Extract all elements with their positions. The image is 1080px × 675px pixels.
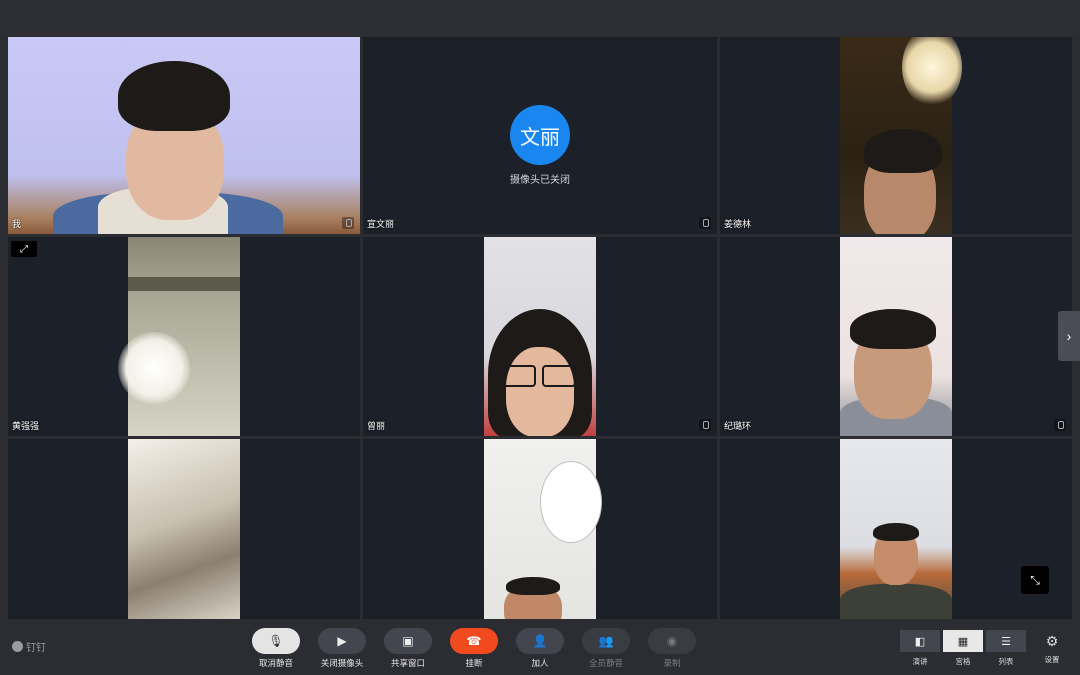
mic-status-icon <box>699 217 711 229</box>
dingtalk-logo-icon <box>12 641 23 652</box>
button-label: 录制 <box>663 658 681 668</box>
video-grid: 我 文丽 摄像头已关闭 宣文丽 姜德林 ⤢ 黄强强 曾丽 纪璐环 <box>8 37 1072 619</box>
video-feed <box>484 439 602 619</box>
video-feed <box>8 37 360 234</box>
participant-name: 我 <box>12 219 22 229</box>
mute-all-button[interactable]: 👥 全员静音 <box>576 628 636 669</box>
participant-tile[interactable] <box>720 439 1072 619</box>
add-person-button[interactable]: 👤 加人 <box>510 628 570 669</box>
next-page-chevron-icon[interactable]: › <box>1058 311 1080 361</box>
ceiling-frame <box>128 277 240 291</box>
camera-icon: ▶ <box>318 628 366 654</box>
gear-icon: ⚙ <box>1045 633 1059 649</box>
participant-tile[interactable]: 纪璐环 <box>720 237 1072 436</box>
participant-tile-self[interactable]: 我 <box>8 37 360 234</box>
person-face <box>506 347 574 436</box>
video-feed <box>840 37 962 234</box>
button-label: 共享窗口 <box>390 658 425 668</box>
person-hair <box>506 577 560 595</box>
video-feed <box>484 237 596 436</box>
mic-status-icon <box>342 217 354 229</box>
participant-name: 宣文丽 <box>367 219 395 229</box>
mic-status-icon <box>1054 419 1066 431</box>
person-hair <box>864 129 942 173</box>
window-top-bar <box>0 0 1080 36</box>
camera-off-status: 摄像头已关闭 <box>510 175 570 186</box>
record-button[interactable]: ◉ 录制 <box>642 628 702 669</box>
participant-name: 姜德林 <box>724 219 752 229</box>
participant-tile[interactable] <box>363 439 717 619</box>
participant-tile[interactable]: 文丽 摄像头已关闭 宣文丽 <box>363 37 717 234</box>
hangup-button[interactable]: ☎ 挂断 <box>444 628 504 669</box>
grid-view-button[interactable]: ▦ 宫格 <box>943 630 983 667</box>
ceiling-light <box>118 332 190 404</box>
screen-share-icon: ▣ <box>384 628 432 654</box>
brand-name: 钉钉 <box>26 643 46 654</box>
unmute-button[interactable]: 🎙 取消静音 <box>246 628 306 669</box>
button-label: 全员静音 <box>588 658 623 668</box>
participant-name: 黄强强 <box>12 421 40 431</box>
grid-view-icon: ▦ <box>943 630 983 652</box>
hangup-icon: ☎ <box>450 628 498 654</box>
video-feed <box>118 237 240 436</box>
view-label: 宫格 <box>955 657 971 666</box>
video-feed <box>128 439 240 619</box>
view-label: 演讲 <box>912 657 928 666</box>
settings-label: 设置 <box>1044 655 1060 664</box>
person-glasses <box>502 365 536 387</box>
add-person-icon: 👤 <box>516 628 564 654</box>
list-view-button[interactable]: ☰ 列表 <box>986 630 1026 667</box>
brand-logo: 钉钉 <box>12 639 46 654</box>
collapse-icon[interactable]: ⤡ <box>1021 566 1049 594</box>
video-feed <box>840 237 952 436</box>
participant-name: 纪璐环 <box>724 421 752 431</box>
lamp-light <box>902 37 962 107</box>
mic-status-icon <box>699 419 711 431</box>
participant-tile[interactable]: ⤢ 黄强强 <box>8 237 360 436</box>
participant-tile[interactable]: 姜德林 <box>720 37 1072 234</box>
button-label: 取消静音 <box>258 658 293 668</box>
settings-button[interactable]: ⚙ 设置 <box>1040 633 1064 665</box>
speaker-view-icon: ◧ <box>900 630 940 652</box>
button-label: 挂断 <box>465 658 483 668</box>
mute-all-icon: 👥 <box>582 628 630 654</box>
share-window-button[interactable]: ▣ 共享窗口 <box>378 628 438 669</box>
record-icon: ◉ <box>648 628 696 654</box>
person-glasses <box>542 365 576 387</box>
fan-object <box>540 461 602 543</box>
view-label: 列表 <box>998 657 1014 666</box>
person-hair <box>850 309 936 349</box>
video-feed <box>840 439 952 619</box>
button-label: 加人 <box>531 658 549 668</box>
speaker-view-button[interactable]: ◧ 演讲 <box>900 630 940 667</box>
expand-icon[interactable]: ⤢ <box>11 241 37 257</box>
bottom-toolbar: 钉钉 🎙 取消静音 ▶ 关闭摄像头 ▣ 共享窗口 ☎ 挂断 👤 加人 👥 全员静… <box>0 619 1080 675</box>
button-label: 关闭摄像头 <box>320 658 364 668</box>
person-hair <box>873 523 919 541</box>
participant-tile[interactable] <box>8 439 360 619</box>
avatar: 文丽 <box>510 105 570 165</box>
mic-icon: 🎙 <box>252 628 300 654</box>
person-figure <box>840 584 952 619</box>
participant-name: 曾丽 <box>367 421 386 431</box>
person-hair <box>118 61 230 131</box>
camera-off-button[interactable]: ▶ 关闭摄像头 <box>312 628 372 669</box>
participant-tile[interactable]: 曾丽 <box>363 237 717 436</box>
list-view-icon: ☰ <box>986 630 1026 652</box>
